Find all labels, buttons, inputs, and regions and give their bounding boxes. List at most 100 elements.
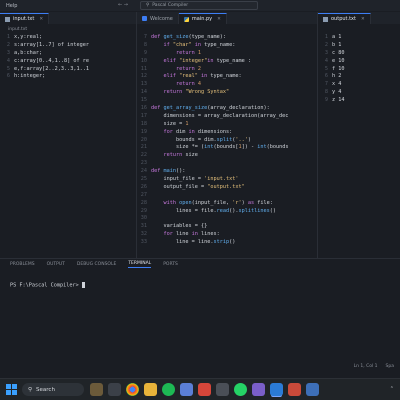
close-icon[interactable]: ✕ [217, 17, 221, 22]
line-number: 16 [140, 105, 147, 112]
line-number: 28 [140, 199, 147, 206]
nav-arrows[interactable]: ← → [118, 2, 128, 8]
store-icon[interactable] [180, 383, 193, 396]
spotify-icon[interactable] [162, 383, 175, 396]
code-line: 18 size = 1 [137, 121, 317, 129]
app-icon[interactable] [216, 383, 229, 396]
file-explorer-icon[interactable] [144, 383, 157, 396]
tab-label: main.py [191, 16, 213, 22]
line-number: 13 [140, 81, 147, 88]
code-line: 3 a,b:char; [6, 49, 43, 56]
title-bar: Help ← → ⚲ Pascal Compiler [0, 0, 400, 11]
taskbar-search[interactable]: ⚲ Search [22, 383, 84, 396]
app-icon[interactable] [306, 383, 319, 396]
code-line: 17 dimensions = array_declaration(array_… [137, 113, 317, 121]
windows-start-icon[interactable] [6, 384, 17, 395]
line-number: 9 [324, 97, 328, 104]
code-text: e 10 [332, 57, 345, 64]
taskbar-search-label: Search [36, 386, 55, 393]
tab-problems[interactable]: PROBLEMS [10, 262, 35, 267]
close-icon[interactable]: ✕ [39, 17, 43, 22]
command-center-search[interactable]: ⚲ Pascal Compiler [140, 1, 258, 10]
code-line: 1 a 1 [318, 34, 400, 42]
code-line: 20 bounds = dim.split('..') [137, 137, 317, 145]
code-line: 26 output_file = "output.txt" [137, 184, 317, 192]
code-text: a 1 [332, 34, 342, 40]
code-text: elif "integer"in type_name : [163, 57, 251, 64]
tab-terminal[interactable]: TERMINAL [128, 261, 152, 268]
line-number: 14 [140, 89, 147, 96]
line-number: 1 [324, 34, 328, 40]
status-bar: Ln 1, Col 1 Spa [0, 362, 400, 371]
tab-output[interactable]: OUTPUT [47, 262, 65, 267]
widgets-icon[interactable] [90, 383, 103, 396]
code-text: line = line.strip() [151, 239, 236, 246]
line-number: 33 [140, 239, 147, 246]
code-text: size = 1 [151, 120, 189, 127]
code-text: return 2 [176, 65, 201, 72]
code-line: 6 h 2 [318, 73, 400, 81]
cursor-position[interactable]: Ln 1, Col 1 [354, 364, 378, 369]
tab-label: output.txt [331, 16, 356, 22]
tab-ports[interactable]: PORTS [163, 262, 178, 267]
code-text: output_file = "output.txt" [151, 183, 245, 190]
code-text: c 80 [332, 49, 345, 56]
line-number: 12 [140, 73, 147, 80]
menu-help[interactable]: Help [0, 3, 23, 9]
code-line: 8 if "char" in type_name: [137, 42, 317, 50]
tab-main-py[interactable]: main.py ✕ [178, 13, 227, 24]
line-number: 30 [140, 215, 147, 222]
terminal[interactable]: PS F:\Pascal Compiler> [10, 282, 85, 289]
command-center-label: Pascal Compiler [152, 3, 189, 8]
code-text: def get_size(type_name): [151, 34, 226, 40]
code-line: 12 elif "real" in type_name: [137, 73, 317, 81]
code-text: elif "real" in type_name: [163, 73, 242, 80]
code-line: 4 c:array[0..4,1..8] of re [6, 57, 89, 64]
right-tab-bar: output.txt ✕ [318, 12, 400, 24]
line-number: 5 [324, 65, 328, 72]
code-text: return "Wrong Syntax" [163, 89, 230, 96]
line-number: 23 [140, 160, 147, 167]
chrome-icon[interactable] [126, 383, 139, 396]
code-line: 10 elif "integer"in type_name : [137, 58, 317, 66]
code-line: 2 b 1 [318, 42, 400, 50]
close-icon[interactable]: ✕ [361, 17, 365, 22]
right-editor[interactable]: 1 a 1 2 b 1 3 c 80 4 e 10 5 f 10 6 h 2 7 x 4 8y… [318, 34, 400, 258]
code-text: h 2 [332, 73, 342, 80]
code-line: 30 [137, 215, 317, 223]
code-text: def get_array_size(array_declaration): [151, 105, 270, 112]
text-file-icon [323, 16, 328, 22]
code-text: return size [163, 152, 198, 159]
vscode-icon[interactable] [270, 383, 283, 396]
task-view-icon[interactable] [108, 383, 121, 396]
app-icon[interactable] [198, 383, 211, 396]
tab-input-txt[interactable]: input.txt ✕ [0, 13, 50, 24]
code-text: bounds = dim.split('..') [151, 136, 251, 143]
tab-debug-console[interactable]: DEBUG CONSOLE [77, 262, 116, 267]
middle-editor[interactable]: 7 def get_size(type_name): 8 if "char" in… [137, 34, 317, 258]
app-icon[interactable] [288, 383, 301, 396]
line-number: 27 [140, 191, 147, 198]
left-editor[interactable]: 1 x,y:real; 2 s:array[1..7] of integer 3 a,… [0, 34, 136, 256]
line-number: 26 [140, 183, 147, 190]
line-number: 31 [140, 223, 147, 230]
code-text: return 4 [176, 81, 201, 88]
code-line: 5 f 10 [318, 66, 400, 74]
code-line: 6 h:integer; [6, 73, 46, 80]
tab-output-txt[interactable]: output.txt ✕ [318, 13, 371, 24]
app-icon[interactable] [252, 383, 265, 396]
indentation[interactable]: Spa [386, 364, 394, 369]
code-line: 31 variables = {} [137, 223, 317, 231]
code-text: variables = {} [151, 223, 208, 230]
code-text: x 4 [332, 81, 342, 88]
system-tray[interactable]: ⌃ [390, 386, 394, 392]
whatsapp-icon[interactable] [234, 383, 247, 396]
line-number: 4 [324, 57, 328, 64]
python-icon [183, 16, 189, 22]
breadcrumb-file[interactable]: input.txt [8, 27, 27, 32]
code-line: 13 return 4 [137, 81, 317, 89]
line-number: 20 [140, 136, 147, 143]
left-tab-bar: input.txt ✕ [0, 12, 136, 24]
code-text: for dim in dimensions: [163, 128, 233, 135]
tab-welcome[interactable]: Welcome [137, 13, 179, 24]
